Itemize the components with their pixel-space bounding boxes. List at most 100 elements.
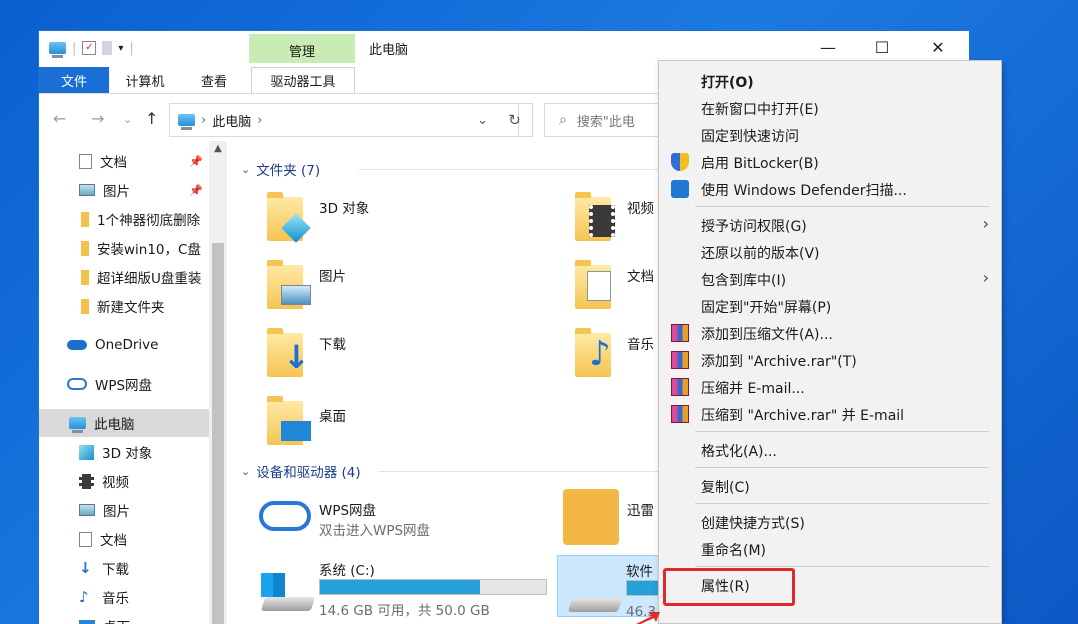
folder-tile-videos[interactable]: 视频 bbox=[569, 191, 669, 249]
folder-tile-downloads[interactable]: ↓ 下载 bbox=[261, 327, 561, 385]
nav-item-folder[interactable]: 1个神器彻底删除 bbox=[39, 205, 209, 233]
menu-item-open-new-window[interactable]: 在新窗口中打开(E) bbox=[701, 99, 819, 119]
menu-item-pin-quick-access[interactable]: 固定到快速访问 bbox=[701, 126, 799, 146]
device-tile-xunlei[interactable]: 迅雷 bbox=[561, 487, 661, 549]
nav-item-documents[interactable]: 文档 📌 bbox=[39, 147, 209, 175]
desktop-icon bbox=[281, 421, 311, 441]
device-tile-wps[interactable]: WPS网盘 双击进入WPS网盘 bbox=[255, 493, 555, 543]
nav-item-folder[interactable]: 新建文件夹 bbox=[39, 292, 209, 320]
nav-item-desktop[interactable]: 桌面 bbox=[39, 612, 209, 624]
menu-item-give-access[interactable]: 授予访问权限(G) bbox=[701, 216, 807, 236]
hard-drive-icon bbox=[260, 597, 316, 611]
nav-item-pictures[interactable]: 图片 📌 bbox=[39, 176, 209, 204]
nav-item-pictures[interactable]: 图片 bbox=[39, 496, 209, 524]
close-button[interactable]: ✕ bbox=[915, 33, 961, 61]
nav-item-onedrive[interactable]: OneDrive bbox=[39, 331, 209, 359]
folder-tile-desktop[interactable]: 桌面 bbox=[261, 395, 561, 453]
folder-icon bbox=[81, 298, 89, 314]
shield-icon bbox=[671, 153, 689, 171]
menu-item-compress-rar-email[interactable]: 压缩到 "Archive.rar" 并 E-mail bbox=[701, 405, 904, 425]
search-box[interactable]: ⌕ 搜索"此电 bbox=[544, 103, 674, 137]
menu-item-pin-start[interactable]: 固定到"开始"屏幕(P) bbox=[701, 297, 831, 317]
nav-item-music[interactable]: ♪ 音乐 bbox=[39, 583, 209, 611]
devices-group-header[interactable]: ⌄ 设备和驱动器 (4) bbox=[241, 461, 361, 482]
folders-group-header[interactable]: ⌄ 文件夹 (7) bbox=[241, 159, 320, 180]
address-bar[interactable]: › 此电脑 › ⌄ bbox=[169, 103, 519, 137]
computer-icon[interactable] bbox=[49, 42, 66, 58]
chevron-down-icon: ⌄ bbox=[241, 162, 251, 176]
menu-item-defender-scan[interactable]: 使用 Windows Defender扫描... bbox=[701, 180, 907, 200]
pictures-icon bbox=[79, 504, 95, 516]
desktop-icon bbox=[79, 620, 95, 624]
folder-icon bbox=[81, 240, 89, 256]
quick-access-toolbar: | ✓ ▾ | bbox=[49, 37, 134, 59]
nav-item-this-pc[interactable]: 此电脑 bbox=[39, 409, 209, 437]
maximize-button[interactable]: ☐ bbox=[859, 33, 905, 61]
nav-item-documents[interactable]: 文档 bbox=[39, 525, 209, 553]
winrar-icon bbox=[671, 351, 689, 369]
folder-tile-documents[interactable]: 文档 bbox=[569, 259, 669, 317]
winrar-icon bbox=[671, 405, 689, 423]
tab-file[interactable]: 文件 bbox=[39, 67, 109, 93]
menu-item-bitlocker[interactable]: 启用 BitLocker(B) bbox=[701, 153, 819, 173]
nav-item-downloads[interactable]: ↓ 下载 bbox=[39, 554, 209, 582]
menu-item-add-archive[interactable]: 添加到压缩文件(A)... bbox=[701, 324, 833, 344]
menu-item-copy[interactable]: 复制(C) bbox=[701, 477, 750, 497]
tab-manage[interactable]: 管理 bbox=[249, 41, 355, 60]
document-icon bbox=[79, 531, 92, 547]
cloud-icon bbox=[67, 340, 87, 350]
forward-arrow-icon[interactable]: → bbox=[91, 109, 104, 128]
drive-usage-bar bbox=[319, 579, 547, 595]
pin-icon[interactable]: 📌 bbox=[189, 155, 203, 168]
minimize-button[interactable]: — bbox=[805, 33, 851, 61]
highlight-box bbox=[663, 568, 795, 606]
tab-computer[interactable]: 计算机 bbox=[115, 67, 175, 93]
tab-drive-tools[interactable]: 驱动器工具 bbox=[251, 67, 355, 93]
customize-dropdown-icon[interactable]: ▾ bbox=[118, 43, 123, 54]
recent-dropdown-icon[interactable]: ⌄ bbox=[123, 113, 132, 126]
refresh-button[interactable]: ↻ bbox=[497, 103, 533, 137]
download-arrow-icon: ↓ bbox=[79, 559, 92, 577]
menu-separator bbox=[695, 503, 989, 504]
folder-tile-pictures[interactable]: 图片 bbox=[261, 259, 561, 317]
menu-item-rename[interactable]: 重命名(M) bbox=[701, 540, 766, 560]
scroll-up-arrow-icon[interactable]: ▲ bbox=[209, 143, 227, 159]
menu-item-include-library[interactable]: 包含到库中(I) bbox=[701, 270, 786, 290]
folder-tile-3d-objects[interactable]: 3D 对象 bbox=[261, 191, 561, 249]
download-arrow-icon: ↓ bbox=[283, 338, 310, 376]
film-icon bbox=[79, 473, 94, 489]
group-divider bbox=[359, 169, 659, 170]
menu-item-open[interactable]: 打开(O) bbox=[701, 72, 754, 92]
pictures-icon bbox=[79, 184, 95, 196]
menu-separator bbox=[695, 467, 989, 468]
xunlei-bird-icon bbox=[563, 489, 619, 545]
properties-checkbox-icon[interactable]: ✓ bbox=[82, 41, 97, 55]
address-dropdown-icon[interactable]: ⌄ bbox=[477, 113, 488, 128]
new-folder-icon[interactable] bbox=[102, 41, 113, 55]
computer-icon bbox=[178, 114, 195, 130]
menu-separator bbox=[695, 566, 989, 567]
up-arrow-icon[interactable]: ↑ bbox=[145, 109, 158, 128]
nav-item-videos[interactable]: 视频 bbox=[39, 467, 209, 495]
nav-item-wps[interactable]: WPS网盘 bbox=[39, 370, 209, 398]
scroll-thumb[interactable] bbox=[212, 243, 224, 624]
windows-logo-icon bbox=[261, 573, 285, 597]
menu-separator bbox=[695, 431, 989, 432]
defender-icon bbox=[671, 180, 689, 198]
menu-item-format[interactable]: 格式化(A)... bbox=[701, 441, 777, 461]
menu-item-add-archive-rar[interactable]: 添加到 "Archive.rar"(T) bbox=[701, 351, 857, 371]
address-path[interactable]: 此电脑 bbox=[212, 111, 251, 130]
menu-item-compress-email[interactable]: 压缩并 E-mail... bbox=[701, 378, 805, 398]
nav-item-3d-objects[interactable]: 3D 对象 bbox=[39, 438, 209, 466]
group-divider bbox=[379, 471, 659, 472]
folder-tile-music[interactable]: ♪ 音乐 bbox=[569, 327, 669, 385]
back-arrow-icon[interactable]: ← bbox=[53, 109, 66, 128]
nav-item-folder[interactable]: 安装win10，C盘 bbox=[39, 234, 209, 262]
tab-view[interactable]: 查看 bbox=[189, 67, 239, 93]
pin-icon[interactable]: 📌 bbox=[189, 184, 203, 197]
submenu-arrow-icon: › bbox=[982, 268, 989, 287]
drive-tile-c[interactable]: 系统 (C:) 14.6 GB 可用，共 50.0 GB bbox=[255, 555, 555, 619]
menu-item-restore-versions[interactable]: 还原以前的版本(V) bbox=[701, 243, 820, 263]
menu-item-create-shortcut[interactable]: 创建快捷方式(S) bbox=[701, 513, 805, 533]
nav-item-folder[interactable]: 超详细版U盘重装 bbox=[39, 263, 209, 291]
